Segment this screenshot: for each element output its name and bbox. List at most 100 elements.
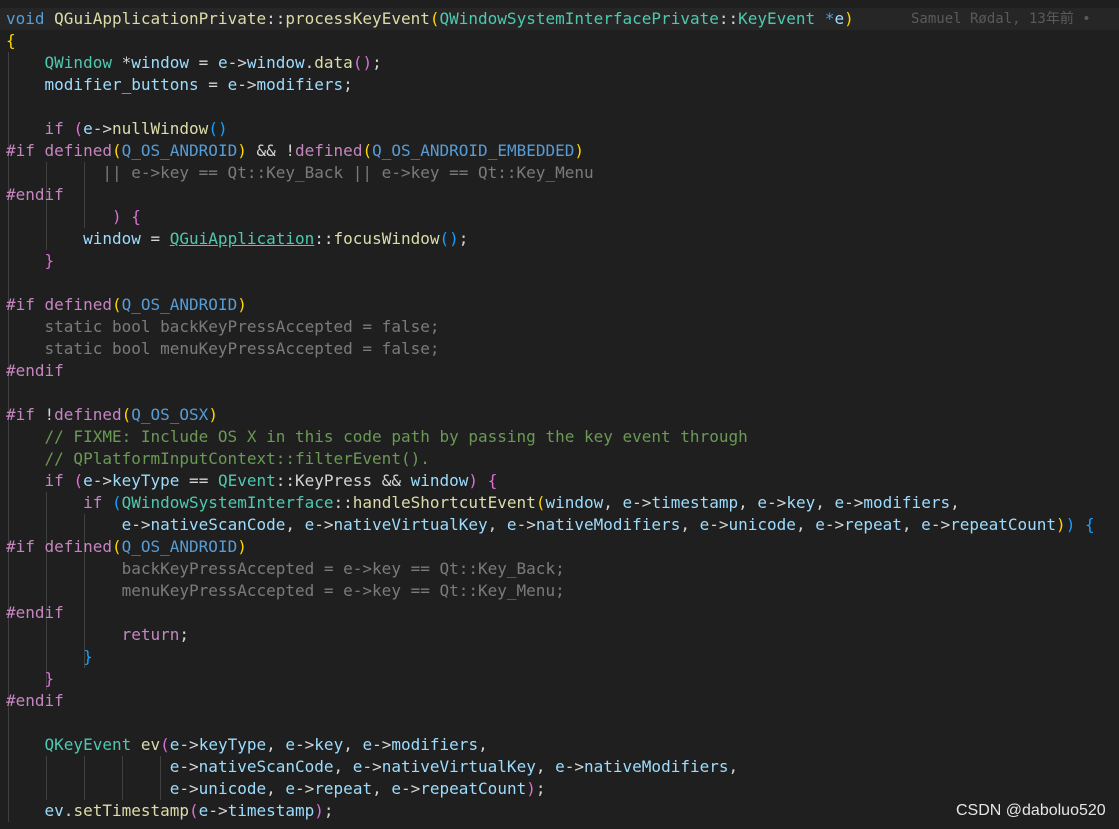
code-token: ; xyxy=(372,53,382,72)
code-token: e xyxy=(757,493,768,512)
code-token: -> xyxy=(709,515,729,534)
code-token: ( xyxy=(111,141,122,160)
code-token: modifier_buttons xyxy=(44,75,199,94)
code-token: repeatCount xyxy=(420,779,527,798)
code-line[interactable]: ev.setTimestamp(e->timestamp); xyxy=(6,800,334,822)
code-token: () xyxy=(352,53,373,72)
code-token: // QPlatformInputContext::filterEvent(). xyxy=(44,449,430,468)
code-line[interactable]: static bool menuKeyPressAccepted = false… xyxy=(6,338,440,360)
code-token: , xyxy=(603,493,623,512)
code-token: #endif xyxy=(6,691,64,710)
code-line[interactable]: e->nativeScanCode, e->nativeVirtualKey, … xyxy=(6,756,738,778)
code-line[interactable]: e->nativeScanCode, e->nativeVirtualKey, … xyxy=(6,514,1095,536)
code-token: static bool backKeyPressAccepted = false… xyxy=(44,317,440,336)
code-token: modifiers xyxy=(391,735,479,754)
code-token: nullWindow xyxy=(111,119,209,138)
code-line[interactable]: } xyxy=(6,668,55,690)
code-line[interactable]: e->unicode, e->repeat, e->repeatCount); xyxy=(6,778,546,800)
code-token: key xyxy=(786,493,816,512)
code-token: -> xyxy=(844,493,864,512)
code-line[interactable]: #if defined(Q_OS_ANDROID) xyxy=(6,536,247,558)
code-token: window xyxy=(545,493,604,512)
code-line[interactable]: } xyxy=(6,646,93,668)
code-token: ) xyxy=(237,141,247,160)
code-line[interactable]: #endif xyxy=(6,602,64,624)
code-token: ; xyxy=(323,801,334,820)
code-token: repeat xyxy=(314,779,373,798)
code-token: e xyxy=(83,471,93,490)
code-line[interactable]: #endif xyxy=(6,690,64,712)
code-line[interactable]: #if defined(Q_OS_ANDROID) && !defined(Q_… xyxy=(6,140,584,162)
code-token: ) xyxy=(844,9,854,28)
code-line[interactable]: #if defined(Q_OS_ANDROID) xyxy=(6,294,247,316)
code-line[interactable]: static bool backKeyPressAccepted = false… xyxy=(6,316,440,338)
code-token: -> xyxy=(179,779,199,798)
code-editor[interactable]: void QGuiApplicationPrivate::processKeyE… xyxy=(0,0,1119,829)
code-line[interactable]: if (e->nullWindow() xyxy=(6,118,228,140)
code-token: QKeyEvent xyxy=(44,735,132,754)
code-token: ( xyxy=(189,801,199,820)
code-token: ; xyxy=(179,625,190,644)
code-token: = xyxy=(140,229,170,248)
code-token: == xyxy=(179,471,218,490)
code-token: e xyxy=(169,779,180,798)
code-line[interactable]: window = QGuiApplication::focusWindow(); xyxy=(6,228,468,250)
code-token: , xyxy=(372,779,392,798)
code-token: -> xyxy=(400,779,421,798)
code-line[interactable]: backKeyPressAccepted = e->key == Qt::Key… xyxy=(6,558,565,580)
code-line[interactable]: if (QWindowSystemInterface::handleShortc… xyxy=(6,492,960,514)
code-token: data xyxy=(314,53,353,72)
code-token: -> xyxy=(824,515,845,534)
code-line[interactable]: || e->key == Qt::Key_Back || e->key == Q… xyxy=(6,162,593,184)
code-line[interactable]: // FIXME: Include OS X in this code path… xyxy=(6,426,748,448)
code-token: #if xyxy=(6,295,45,314)
code-token: e xyxy=(555,757,565,776)
code-token: ( xyxy=(429,9,440,28)
code-line[interactable]: #endif xyxy=(6,360,64,382)
code-token: void xyxy=(6,9,55,28)
code-line[interactable]: modifier_buttons = e->modifiers; xyxy=(6,74,353,96)
code-line[interactable]: // QPlatformInputContext::filterEvent(). xyxy=(6,448,430,470)
code-token: e xyxy=(834,9,845,28)
code-token: () xyxy=(208,119,228,138)
code-token: , xyxy=(343,735,363,754)
code-token: -> xyxy=(516,515,536,534)
code-line[interactable]: ) { xyxy=(6,206,141,228)
code-token: , xyxy=(680,515,700,534)
code-line[interactable]: #endif xyxy=(6,184,64,206)
code-line[interactable]: { xyxy=(6,30,16,52)
code-token: , xyxy=(728,757,739,776)
code-token: QWindowSystemInterfacePrivate xyxy=(439,9,719,28)
code-token: ) xyxy=(314,801,324,820)
code-line[interactable]: } xyxy=(6,250,55,272)
code-line[interactable]: return; xyxy=(6,624,189,646)
code-line[interactable]: menuKeyPressAccepted = e->key == Qt::Key… xyxy=(6,580,565,602)
code-token: #endif xyxy=(6,185,64,204)
code-line[interactable]: #if !defined(Q_OS_OSX) xyxy=(6,404,218,426)
code-token: repeat xyxy=(844,515,902,534)
code-token: nativeModifiers xyxy=(584,757,729,776)
code-token: , xyxy=(738,493,758,512)
code-line[interactable]: QWindow *window = e->window.data(); xyxy=(6,52,382,74)
code-token: -> xyxy=(227,53,247,72)
code-token: nativeModifiers xyxy=(535,515,681,534)
code-token: defined xyxy=(295,141,363,160)
code-line[interactable]: QKeyEvent ev(e->keyType, e->key, e->modi… xyxy=(6,734,488,756)
code-token: e xyxy=(169,757,180,776)
code-token: Q_OS_ANDROID xyxy=(121,141,238,160)
code-token: Q_OS_ANDROID xyxy=(121,295,238,314)
code-token: unicode xyxy=(198,779,267,798)
code-line[interactable]: if (e->keyType == QEvent::KeyPress && wi… xyxy=(6,470,498,492)
